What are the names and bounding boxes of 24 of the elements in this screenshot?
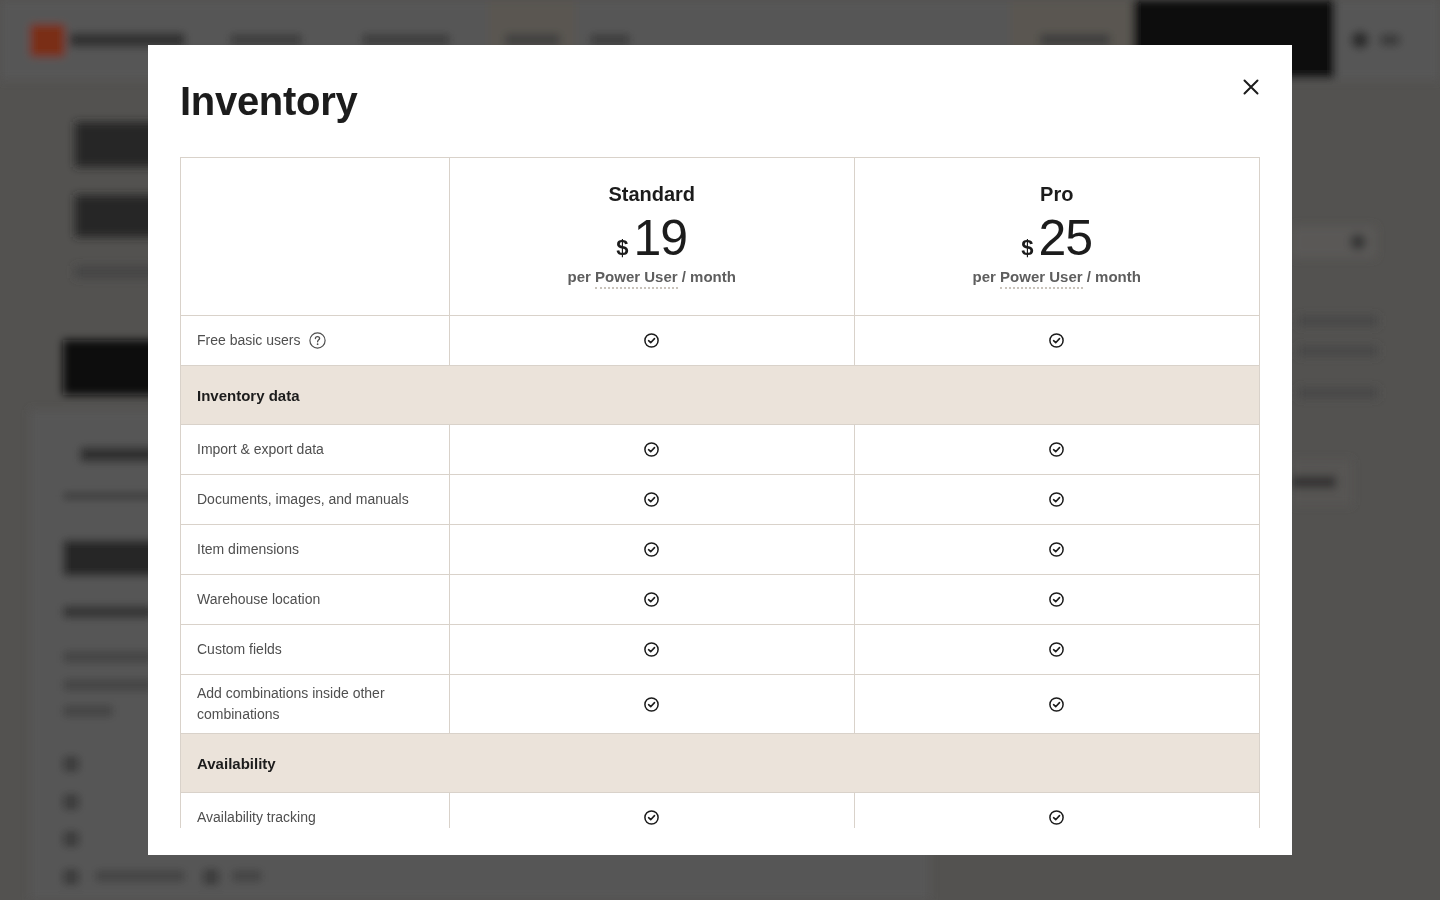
feature-label: Availability tracking — [197, 808, 316, 827]
help-icon[interactable] — [309, 332, 327, 349]
feature-label: Item dimensions — [197, 540, 299, 559]
dialog-title: Inventory — [180, 78, 358, 125]
price-amount: 25 — [1038, 212, 1093, 264]
section-header: Inventory data — [181, 366, 1259, 425]
feature-label: Import & export data — [197, 440, 324, 459]
close-button[interactable] — [1241, 77, 1261, 97]
feature-label: Warehouse location — [197, 590, 321, 609]
feature-label: Documents, images, and manuals — [197, 490, 409, 509]
currency-symbol: $ — [1021, 235, 1034, 261]
plan-name: Pro — [1040, 182, 1074, 206]
currency-symbol: $ — [616, 235, 629, 261]
power-user-term[interactable]: Power User — [1000, 268, 1083, 289]
power-user-term[interactable]: Power User — [595, 268, 678, 289]
price-amount: 19 — [633, 212, 688, 264]
close-icon — [1243, 79, 1259, 95]
feature-label: Add combinations inside other combinations — [197, 684, 386, 724]
feature-label: Free basic users — [197, 331, 301, 350]
feature-label: Custom fields — [197, 640, 282, 659]
section-header: Availability — [181, 734, 1259, 793]
price-unit: per Power User / month — [972, 266, 1141, 288]
price-unit: per Power User / month — [567, 266, 736, 288]
plan-name: Standard — [608, 182, 696, 206]
